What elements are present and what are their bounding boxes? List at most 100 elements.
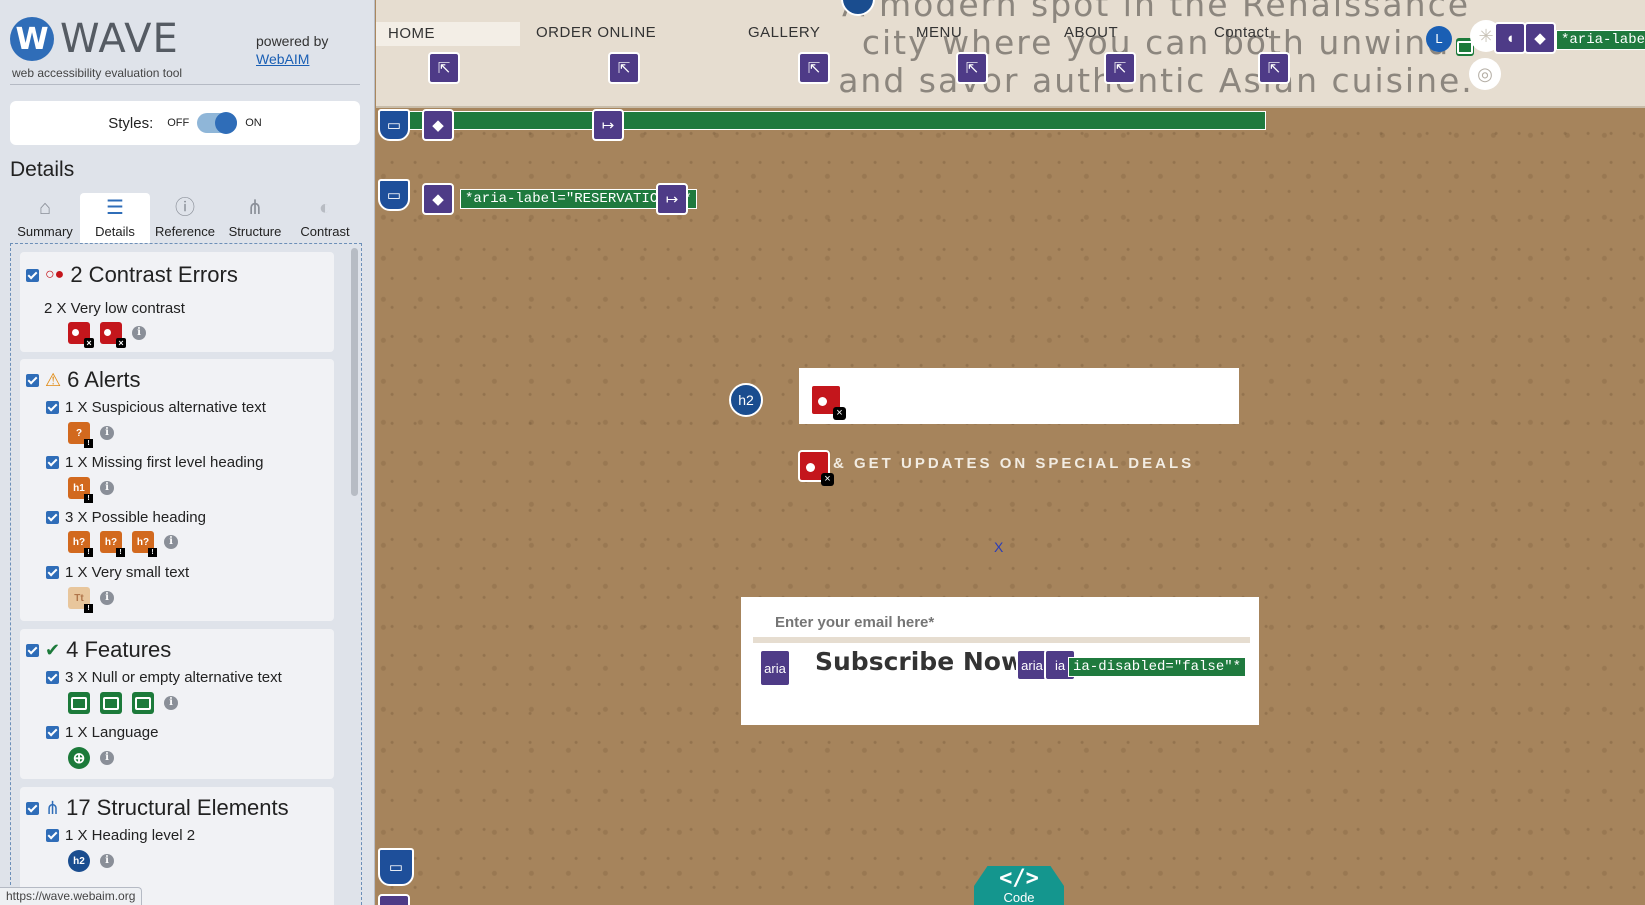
aria-icon[interactable] [378,894,410,905]
heading-2-icon[interactable]: h2 [68,850,90,872]
null-alt-icon[interactable] [132,692,154,714]
info-icon[interactable]: i [100,751,114,765]
list-icon: ☰ [106,197,124,219]
link-icon[interactable]: ⇱ [956,52,988,84]
aria-label-icon[interactable]: ◆ [422,183,454,215]
null-alt-icon[interactable] [100,692,122,714]
small-text-icon[interactable]: Tt [68,587,93,613]
info-icon[interactable]: i [164,535,178,549]
link-icon[interactable]: ⇱ [428,52,460,84]
null-alt-icon[interactable] [68,692,90,714]
alert-checkbox[interactable] [46,511,59,524]
structure-item-checkbox[interactable] [46,829,59,842]
heading-text-box [799,368,1239,424]
link-arrow-icon[interactable]: ↦ [656,183,688,215]
region-icon[interactable]: ▭ [378,179,410,211]
alert-checkbox[interactable] [46,401,59,414]
null-alt-label: 3 X Null or empty alternative text [65,669,282,686]
styles-off-label: OFF [167,117,190,129]
possible-heading-icon[interactable]: h? [100,531,125,557]
tab-contrast[interactable]: ◐ Contrast [290,193,360,243]
wave-logo-word: WAVE [60,16,179,62]
alerts-card: ⚠ 6 Alerts 1 X Suspicious alternative te… [20,359,334,621]
info-icon[interactable]: i [132,326,146,340]
features-card: ✔ 4 Features 3 X Null or empty alternati… [20,629,334,779]
info-icon[interactable]: i [100,854,114,868]
wave-subtitle: web accessibility evaluation tool [12,66,183,80]
aria-label-icon[interactable]: ◆ [422,109,454,141]
link-icon[interactable]: ⇱ [1258,52,1290,84]
aria-icon[interactable]: aria [759,649,791,687]
aria-disabled-flag: ia-disabled="false"* [1068,657,1247,677]
contrast-error-icon[interactable] [100,322,126,348]
structure-title: 17 Structural Elements [66,795,289,820]
info-icon[interactable]: i [100,426,114,440]
site-preview: A modern spot in the Renaissance city wh… [376,0,1645,905]
heading-level-2-label: 1 X Heading level 2 [65,827,196,844]
nav-contact[interactable]: Contact [1214,24,1269,41]
region-icon[interactable]: ▭ [378,848,414,886]
contrast-error-icon[interactable] [68,322,94,348]
info-icon[interactable]: i [100,591,114,605]
feature-checkbox[interactable] [46,671,59,684]
heading-2-badge[interactable]: h2 [729,383,763,417]
language-icon[interactable] [68,747,90,769]
alerts-title: 6 Alerts [67,367,141,392]
alert-checkbox[interactable] [46,456,59,469]
nav-order-online[interactable]: ORDER ONLINE [536,24,656,41]
alert-triangle-icon: ⚠ [45,369,62,390]
close-x[interactable]: X [994,539,1003,555]
link-icon[interactable]: ⇱ [1104,52,1136,84]
language-badge[interactable]: L [1426,26,1452,52]
info-icon[interactable]: i [164,696,178,710]
link-arrow-icon[interactable]: ↦ [592,109,624,141]
feature-checkbox[interactable] [46,726,59,739]
very-low-contrast-label: 2 X Very low contrast [44,300,185,317]
aria-icon[interactable]: ◖ [1494,22,1526,54]
contrast-error-badge[interactable] [798,450,834,486]
scrollbar[interactable] [351,248,358,496]
code-icon: </> [999,866,1039,891]
link-icon[interactable]: ⇱ [608,52,640,84]
contrast-errors-title: 2 Contrast Errors [70,262,238,287]
aria-label-icon[interactable]: ◆ [1524,22,1556,54]
tab-structure[interactable]: ⋔ Structure [220,193,290,243]
language-label: 1 X Language [65,724,159,741]
features-title: 4 Features [66,637,172,662]
link-icon[interactable]: ⇱ [798,52,830,84]
email-input[interactable] [753,607,1250,643]
possible-heading-label: 3 X Possible heading [65,509,206,526]
subscribe-form: aria Subscribe Now aria ia ia-disabled="… [741,597,1259,725]
instagram-icon[interactable]: ◎ [1469,58,1501,90]
missing-h1-label: 1 X Missing first level heading [65,454,264,471]
nav-about[interactable]: ABOUT [1064,24,1118,41]
code-tab[interactable]: </> Code [974,866,1064,905]
possible-heading-icon[interactable]: h? [132,531,157,557]
contrast-checkbox[interactable] [26,268,39,282]
suspicious-alt-icon[interactable]: ? [68,422,93,448]
suspicious-alt-label: 1 X Suspicious alternative text [65,399,266,416]
tab-reference[interactable]: ⓘ Reference [150,193,220,243]
webaim-link[interactable]: WebAIM [256,51,309,67]
features-checkbox[interactable] [26,643,39,657]
structure-checkbox[interactable] [26,801,39,815]
nav-menu[interactable]: MENU [916,24,962,41]
wave-logo[interactable]: W WAVE [10,16,179,62]
tab-summary[interactable]: ⌂ Summary [10,193,80,243]
tab-details[interactable]: ☰ Details [80,193,150,243]
nav-home[interactable]: HOME [376,22,520,46]
alerts-checkbox[interactable] [26,373,39,387]
possible-heading-icon[interactable]: h? [68,531,93,557]
styles-on-label: ON [245,117,262,129]
tab-label: Details [95,224,135,239]
alert-checkbox[interactable] [46,566,59,579]
region-icon[interactable]: ▭ [378,109,410,141]
subscribe-button[interactable]: Subscribe Now [815,647,1024,676]
info-icon[interactable]: i [100,481,114,495]
contrast-errors-card: ○● 2 Contrast Errors 2 X Very low contra… [20,252,334,352]
missing-h1-icon[interactable]: h1 [68,477,93,503]
nav-gallery[interactable]: GALLERY [748,24,820,41]
contrast-error-badge[interactable] [810,384,846,420]
styles-toggle[interactable] [197,112,238,134]
home-icon: ⌂ [38,197,52,219]
